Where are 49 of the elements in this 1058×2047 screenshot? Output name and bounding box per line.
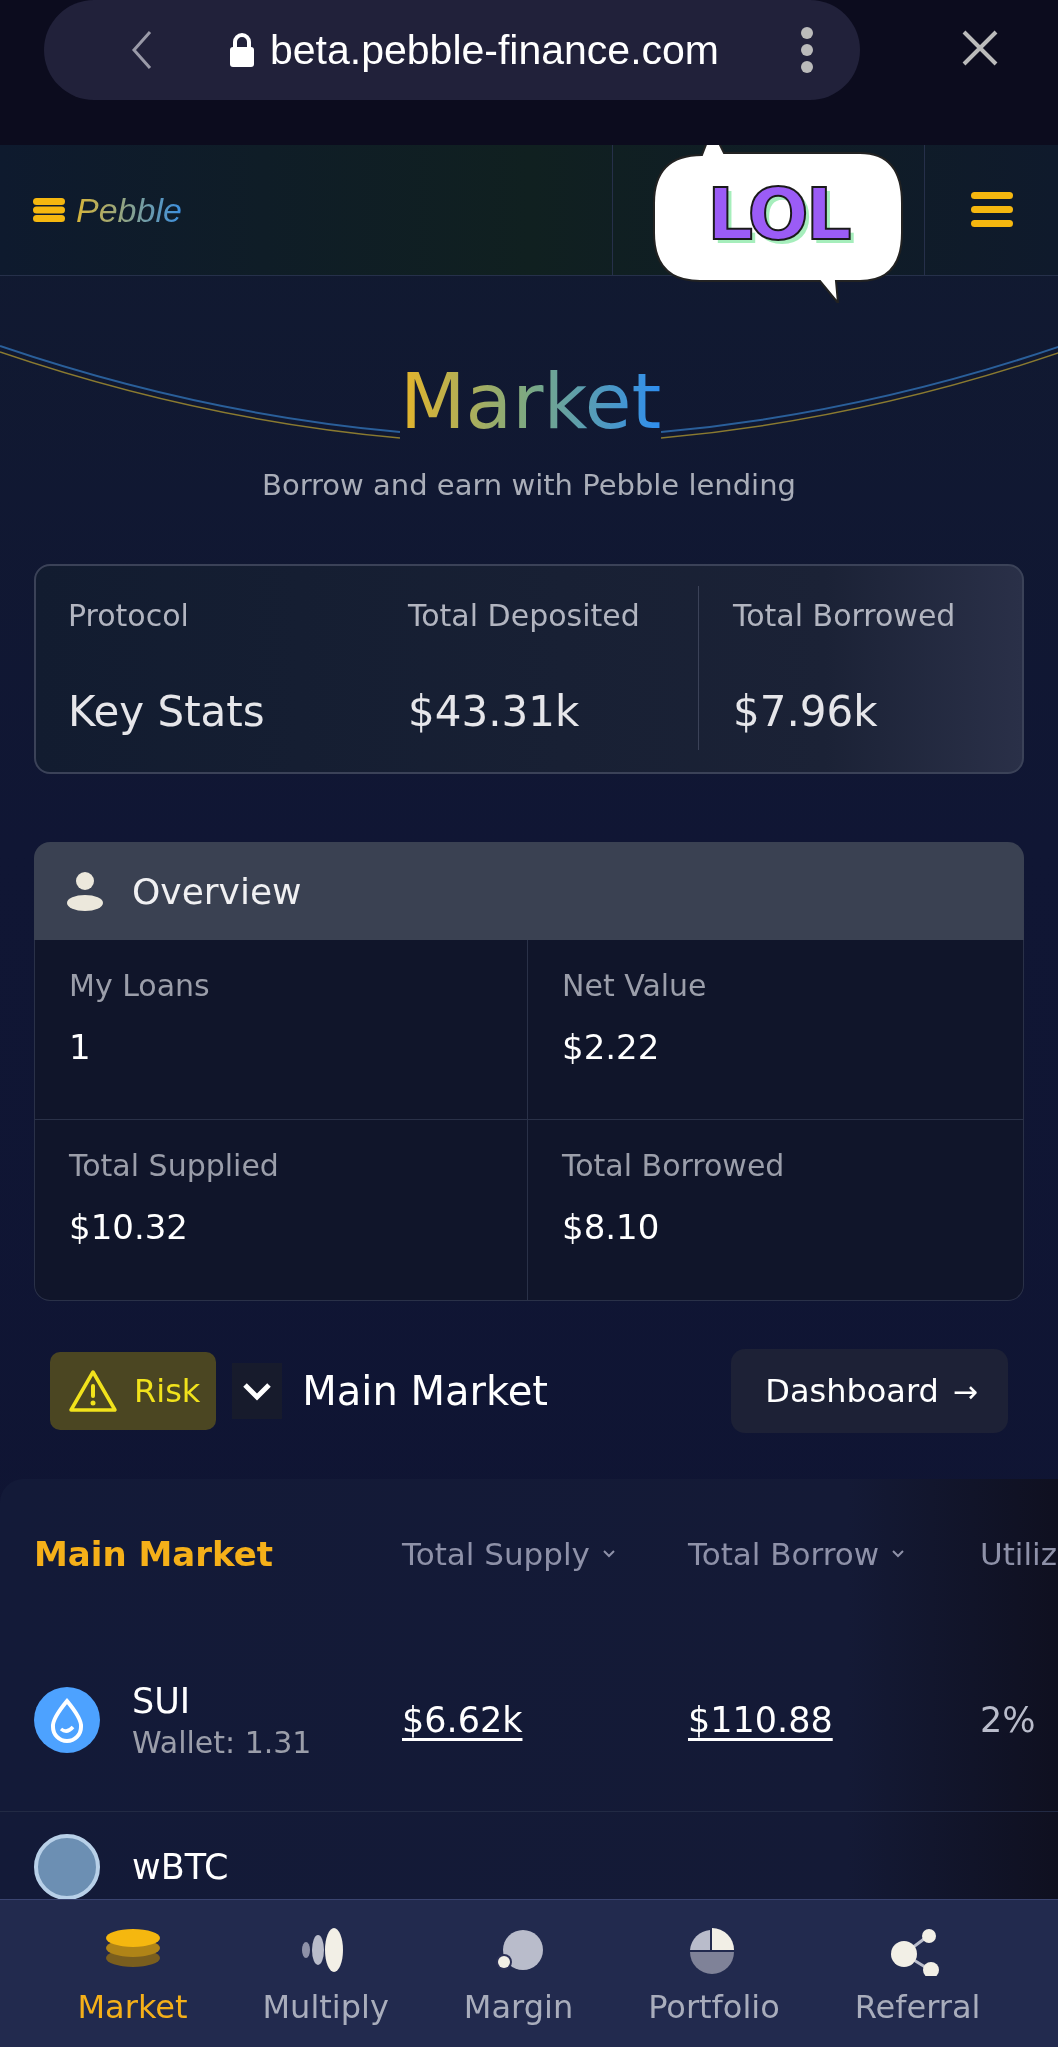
stat-heading: Key Stats	[68, 687, 266, 736]
stat-label: Total Supplied	[69, 1148, 280, 1183]
column-header[interactable]: Utiliz	[980, 1536, 1058, 1572]
page-subtitle: Borrow and earn with Pebble lending	[262, 468, 796, 502]
stat-value: 1	[69, 1027, 92, 1067]
back-icon[interactable]	[130, 28, 154, 72]
nav-tab[interactable]: Portfolio	[648, 1900, 780, 2047]
sort-icon	[601, 1549, 616, 1559]
stat-label: My Loans	[69, 968, 211, 1003]
stat-value: $2.22	[562, 1027, 661, 1067]
risk-button[interactable]: Risk	[50, 1352, 217, 1430]
borrow-link[interactable]: $110.88	[688, 1700, 980, 1740]
stat-label: Total Borrowed	[733, 598, 956, 633]
nav-tab[interactable]: Multiply	[262, 1900, 389, 2047]
nav-tab[interactable]: Market	[77, 1900, 188, 2047]
stat-value: $8.10	[562, 1207, 661, 1247]
close-icon[interactable]	[960, 28, 1000, 68]
token-icon	[34, 1834, 100, 1899]
stat-label: Protocol	[68, 598, 190, 633]
utilization-cell-text: 2%	[980, 1700, 1037, 1740]
nav-tab[interactable]: Referral	[854, 1900, 981, 2047]
address-bar[interactable]: beta.pebble-finance.com	[44, 0, 860, 100]
dashboard-button[interactable]: Dashboard →	[731, 1349, 1008, 1433]
column-header[interactable]: Total Borrow	[688, 1536, 980, 1572]
sticker-text: LOL	[706, 171, 851, 258]
market-title: Main Market	[33, 1534, 275, 1574]
supply-link[interactable]: $6.62k	[402, 1700, 688, 1740]
wallet-balance: Wallet: 1.31	[132, 1724, 312, 1760]
menu-icon[interactable]	[970, 190, 1013, 230]
user-icon	[66, 871, 104, 911]
column-header[interactable]: Total Supply	[402, 1536, 688, 1572]
warning-icon	[68, 1369, 118, 1413]
lock-icon	[228, 33, 256, 67]
stat-label: Net Value	[562, 968, 708, 1003]
market-selector[interactable]: Main Market	[216, 1363, 549, 1419]
more-icon[interactable]	[800, 26, 814, 74]
stat-label: Total Deposited	[408, 598, 641, 633]
asset-name: SUI	[132, 1680, 192, 1721]
stat-value: $43.31k	[408, 687, 581, 736]
nav-tab[interactable]: Margin	[463, 1900, 574, 2047]
url-text: beta.pebble-finance.com	[270, 26, 721, 74]
stat-label: Total Borrowed	[562, 1148, 786, 1183]
logo-icon	[32, 197, 66, 223]
stat-value: $10.32	[69, 1207, 189, 1247]
stat-value: $7.96k	[733, 687, 879, 736]
overview-title: Overview	[132, 870, 302, 912]
asset-name: wBTC	[132, 1847, 229, 1887]
token-icon	[34, 1687, 100, 1753]
sort-icon	[891, 1549, 906, 1559]
